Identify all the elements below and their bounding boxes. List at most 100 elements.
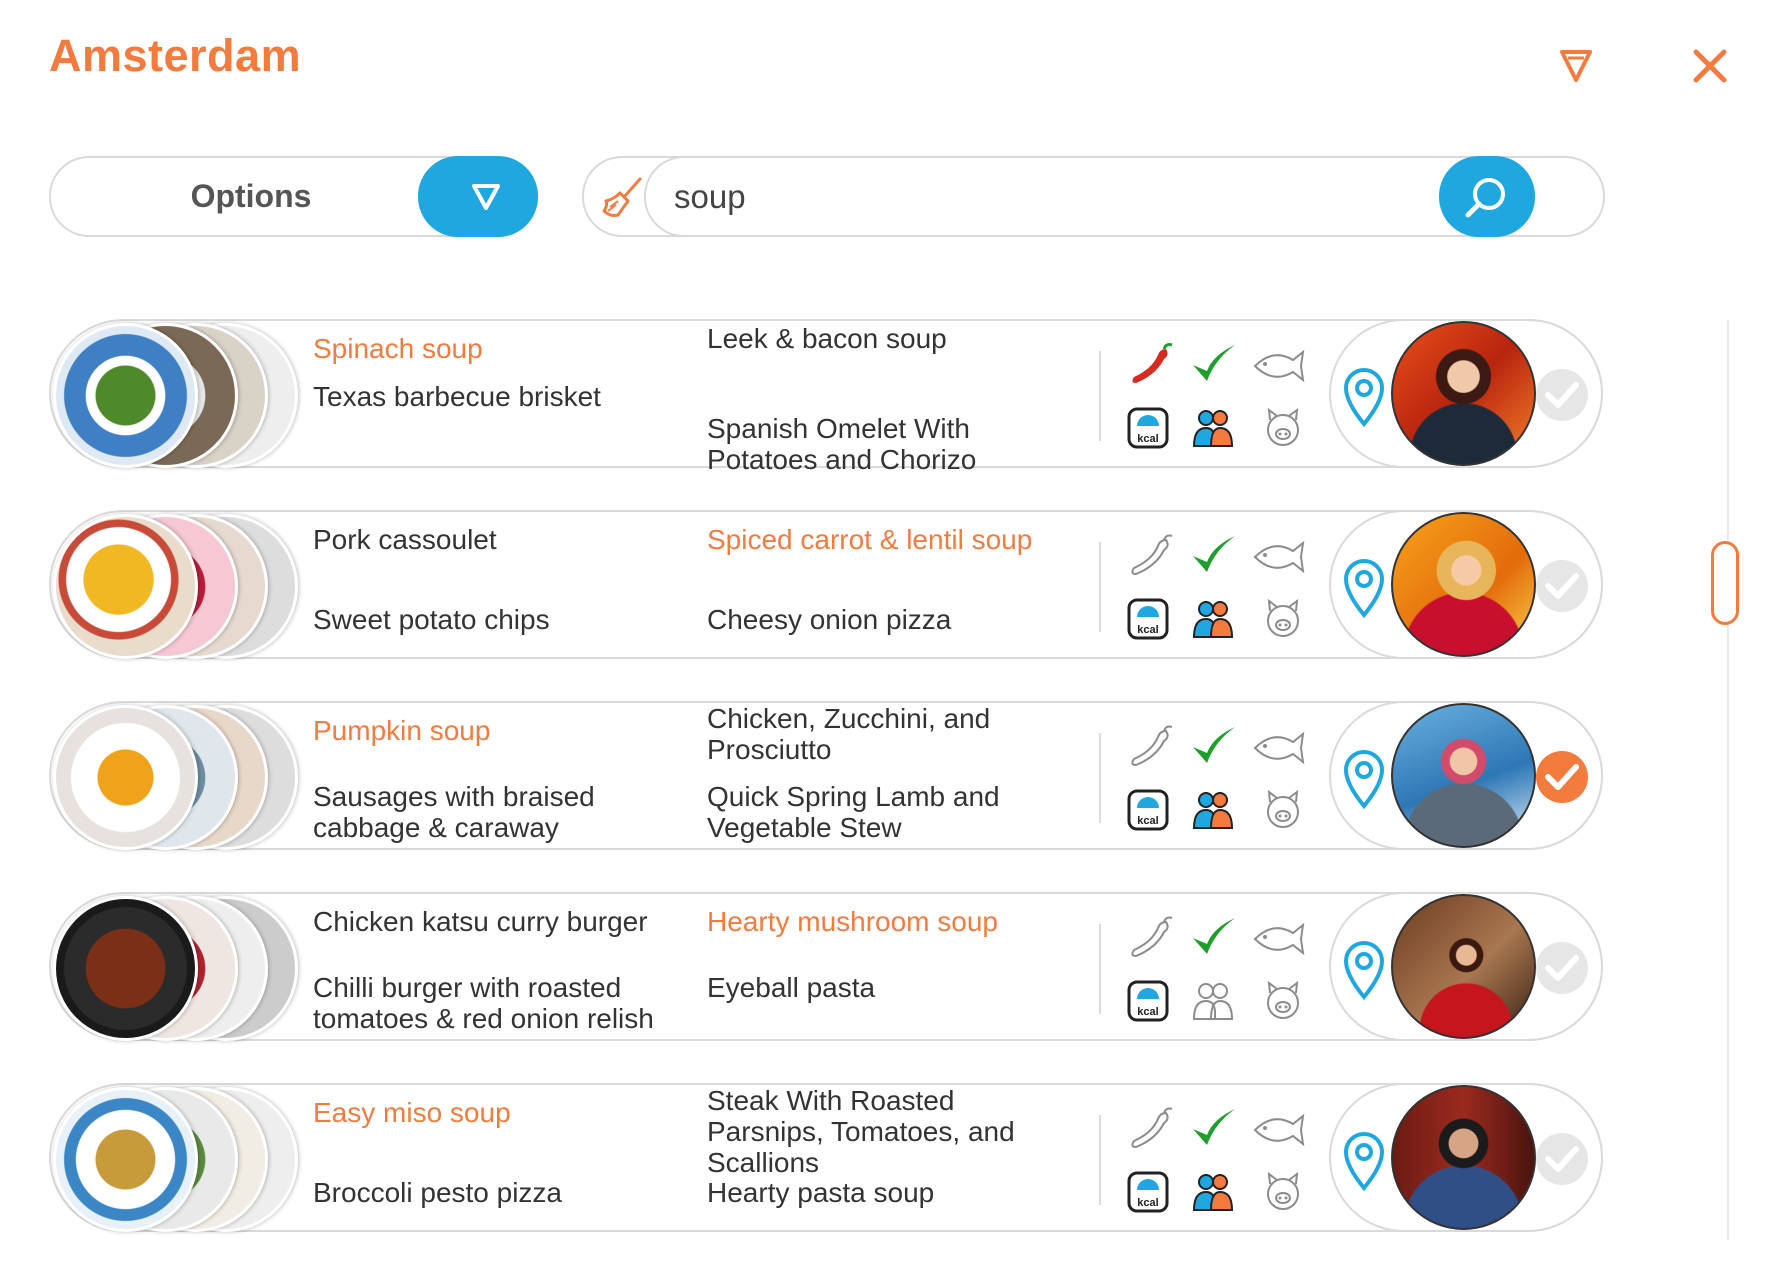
chili-pepper-icon [1126,341,1176,391]
recipe-name[interactable]: Spanish Omelet With Potatoes and Chorizo [707,413,1067,475]
recipe-name[interactable]: Sausages with braised cabbage & caraway [313,781,673,843]
pig-icon [1261,597,1311,647]
recipe-name[interactable]: Hearty pasta soup [707,1177,1067,1208]
matched-recipe-name[interactable]: Pumpkin soup [313,715,673,746]
recipe-name[interactable]: Texas barbecue brisket [313,381,673,412]
chevron-down-icon [472,184,500,210]
options-label: Options [190,178,312,214]
recipe-name[interactable]: Cheesy onion pizza [707,604,1067,635]
recipe-thumbnails[interactable] [53,514,298,659]
svg-text:kcal: kcal [1137,1006,1158,1018]
fish-icon [1251,728,1305,778]
svg-text:kcal: kcal [1137,1197,1158,1209]
recipe-name[interactable]: Pork cassoulet [313,524,673,555]
recipe-thumbnail [53,1087,198,1232]
options-dropdown[interactable]: Options [49,156,538,237]
recipe-thumbnails[interactable] [53,705,298,850]
search-icon [1465,178,1505,218]
people-icon [1191,790,1241,840]
matched-recipe-name[interactable]: Hearty mushroom soup [707,906,1067,937]
leaf-checkmark-icon [1189,532,1239,582]
select-checkmark[interactable] [1536,560,1588,612]
leaf-checkmark-icon [1189,914,1239,964]
recipe-name[interactable]: Broccoli pesto pizza [313,1177,673,1208]
avatar[interactable] [1391,894,1536,1039]
select-checkmark[interactable] [1536,369,1588,421]
recipe-row[interactable]: Chicken katsu curry burger Hearty mushroo… [49,892,1603,1041]
divider [1099,924,1101,1014]
recipe-name[interactable]: Chilli burger with roasted tomatoes & re… [313,972,673,1034]
pig-icon [1261,406,1311,456]
recipe-row[interactable]: Spinach soup Leek & bacon soup Texas barbe… [49,319,1603,475]
cook-profile[interactable] [1329,892,1603,1041]
leaf-checkmark-icon [1189,723,1239,773]
recipe-thumbnail [53,705,198,850]
recipe-name[interactable]: Quick Spring Lamb and Vegetable Stew [707,781,1067,843]
pig-icon [1261,979,1311,1029]
search-button[interactable] [1439,156,1535,237]
checkmark-icon [1545,1146,1579,1172]
scrollbar-thumb[interactable] [1711,541,1739,625]
recipe-thumbnail [53,514,198,659]
recipe-thumbnails[interactable] [53,896,298,1041]
recipe-name[interactable]: Leek & bacon soup [707,323,1067,354]
avatar[interactable] [1391,703,1536,848]
divider [1099,542,1101,632]
matched-recipe-name[interactable]: Easy miso soup [313,1097,673,1128]
search-input[interactable]: soup [644,156,1535,237]
svg-text:kcal: kcal [1137,433,1158,445]
close-icon[interactable] [1690,46,1730,86]
leaf-checkmark-icon [1189,341,1239,391]
checkmark-icon [1545,573,1579,599]
recipe-name[interactable]: Sweet potato chips [313,604,673,635]
select-checkmark[interactable] [1536,751,1588,803]
fish-icon [1251,346,1305,396]
fish-icon [1251,919,1305,969]
divider [1099,351,1101,441]
recipe-name[interactable]: Eyeball pasta [707,972,1067,1003]
recipe-name[interactable]: Steak With Roasted Parsnips, Tomatoes, a… [707,1085,1067,1178]
recipe-thumbnail [53,896,198,1041]
location-pin-icon[interactable] [1338,366,1390,428]
checkmark-icon [1545,382,1579,408]
scrollbar-track[interactable] [1727,320,1729,1240]
cook-profile[interactable] [1329,510,1603,659]
avatar[interactable] [1391,321,1536,466]
recipe-row[interactable]: Pumpkin soup Chicken, Zucchini, and Prosc… [49,701,1603,850]
location-pin-icon[interactable] [1338,748,1390,810]
chili-pepper-icon [1126,723,1176,773]
avatar[interactable] [1391,512,1536,657]
people-icon [1191,408,1241,458]
fish-icon [1251,1110,1305,1160]
avatar[interactable] [1391,1085,1536,1230]
kcal-scale-icon: kcal [1126,979,1176,1029]
matched-recipe-name[interactable]: Spiced carrot & lentil soup [707,524,1067,555]
pig-icon [1261,1170,1311,1220]
filter-triangle-icon[interactable] [1556,46,1596,86]
broom-icon[interactable] [596,173,646,223]
select-checkmark[interactable] [1536,1133,1588,1185]
search-value: soup [674,178,746,215]
select-checkmark[interactable] [1536,942,1588,994]
recipe-name[interactable]: Chicken, Zucchini, and Prosciutto [707,703,1067,765]
options-toggle-button[interactable] [418,156,538,237]
cook-profile[interactable] [1329,1083,1603,1232]
recipe-row[interactable]: Pork cassoulet Spiced carrot & lentil sou… [49,510,1603,659]
divider [1099,1115,1101,1205]
people-icon [1191,1172,1241,1222]
recipe-thumbnails[interactable] [53,1087,298,1232]
matched-recipe-name[interactable]: Spinach soup [313,333,673,364]
cook-profile[interactable] [1329,319,1603,468]
fish-icon [1251,537,1305,587]
chili-pepper-icon [1126,1105,1176,1155]
kcal-scale-icon: kcal [1126,406,1176,456]
recipe-name[interactable]: Chicken katsu curry burger [313,906,673,937]
location-pin-icon[interactable] [1338,939,1390,1001]
kcal-scale-icon: kcal [1126,788,1176,838]
location-pin-icon[interactable] [1338,557,1390,619]
recipe-thumbnail [53,323,198,468]
cook-profile[interactable] [1329,701,1603,850]
location-pin-icon[interactable] [1338,1130,1390,1192]
recipe-row[interactable]: Easy miso soup Steak With Roasted Parsnip… [49,1083,1603,1232]
recipe-thumbnails[interactable] [53,323,298,468]
